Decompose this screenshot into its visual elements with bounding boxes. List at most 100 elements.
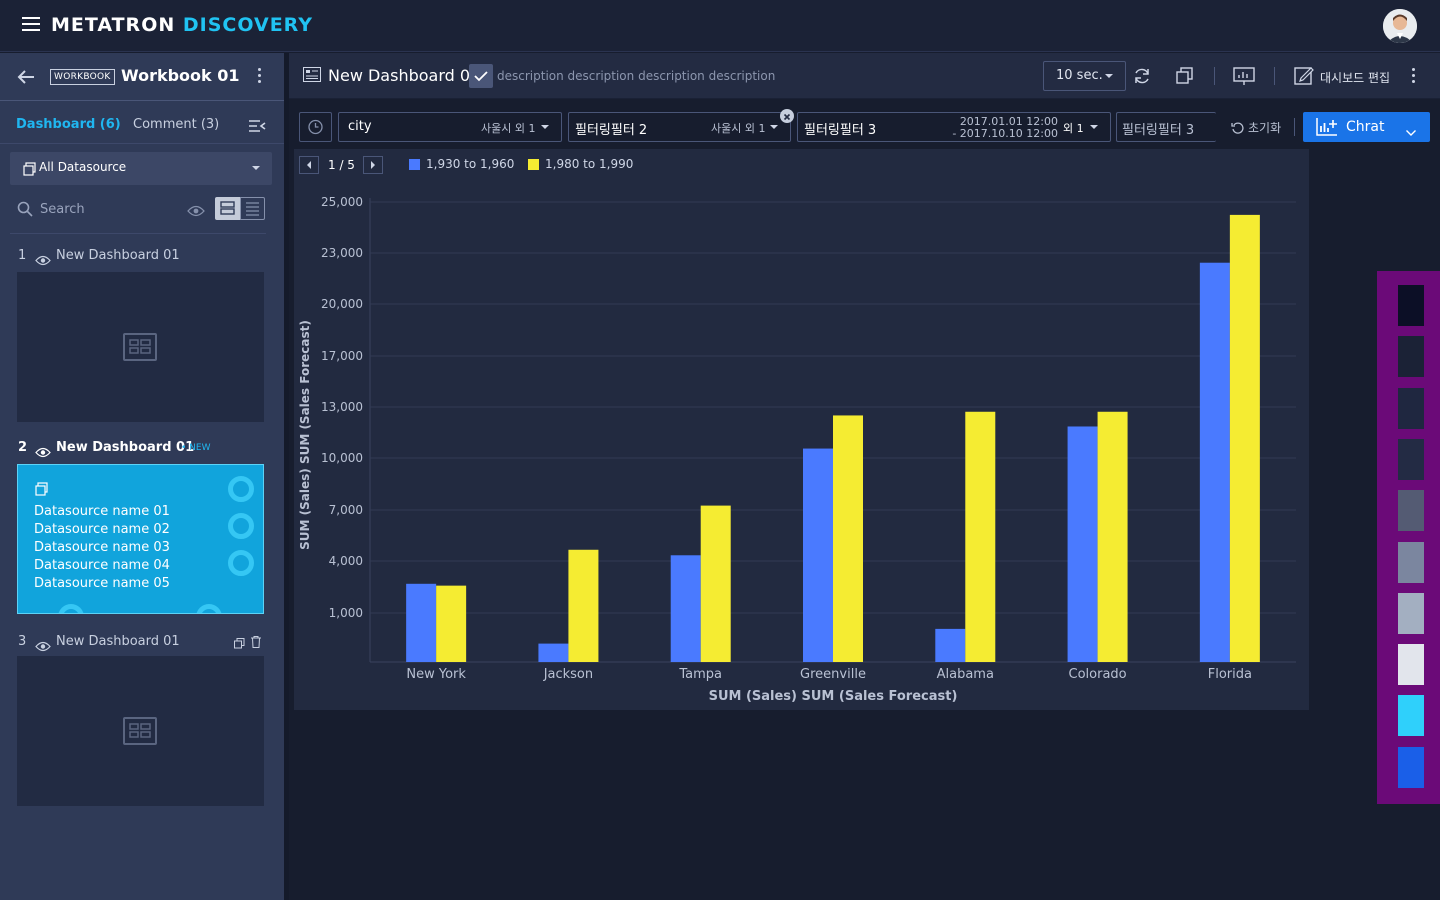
palette-swatch[interactable]	[1398, 695, 1424, 737]
edit-dashboard-icon[interactable]	[1294, 65, 1314, 85]
bar	[436, 585, 467, 662]
datasource-icon	[35, 481, 49, 496]
dashboard-name[interactable]: New Dashboard 01	[56, 440, 194, 455]
edit-dashboard-button[interactable]: 대시보드 편집	[1320, 69, 1390, 86]
y-axis-title: SUM (Sales) SUM (Sales Forecast)	[298, 320, 312, 550]
list-view-toggle[interactable]	[240, 197, 265, 220]
y-tick-label: 17,000	[321, 349, 363, 363]
workbook-badge: WORKBOOK	[50, 69, 115, 85]
trash-icon[interactable]	[251, 633, 261, 648]
y-tick-label: 13,000	[321, 400, 363, 414]
new-badge: • NEW	[181, 443, 211, 453]
palette-swatch[interactable]	[1398, 746, 1424, 788]
bar	[935, 628, 966, 662]
filter-date-range: 2017.01.01 12:00- 2017.10.10 12:00	[952, 115, 1058, 140]
bar	[965, 411, 996, 662]
datasource-icon[interactable]	[1175, 66, 1195, 86]
decoration-ring	[228, 476, 254, 502]
y-tick-label: 7,000	[329, 503, 363, 517]
palette-swatch[interactable]	[1398, 592, 1424, 634]
dashboard-thumbnail-selected[interactable]: Datasource name 01 Datasource name 02 Da…	[17, 464, 264, 614]
user-avatar[interactable]	[1383, 9, 1417, 43]
datasource-item: Datasource name 04	[34, 558, 170, 573]
palette-swatch[interactable]	[1398, 541, 1424, 583]
panel-divider[interactable]	[284, 53, 289, 900]
refresh-icon[interactable]	[1132, 66, 1152, 86]
remove-filter-icon[interactable]	[780, 109, 794, 123]
chevron-down-icon	[1090, 125, 1098, 129]
bar	[1199, 262, 1230, 662]
bar	[670, 555, 701, 662]
dashboard-icon	[123, 333, 157, 361]
eye-icon[interactable]	[35, 637, 51, 652]
reset-button[interactable]: 초기화	[1248, 119, 1281, 136]
decoration-ring	[196, 604, 222, 613]
y-tick-label: 25,000	[321, 195, 363, 209]
palette-swatch[interactable]	[1398, 490, 1424, 532]
divider	[10, 233, 266, 234]
eye-icon[interactable]	[187, 202, 205, 217]
time-filter-button[interactable]	[299, 112, 332, 142]
filter-value: 사울시 외 1	[711, 122, 766, 135]
dashboard-number: 1	[18, 248, 27, 263]
copy-icon[interactable]	[234, 634, 245, 649]
eye-icon[interactable]	[35, 443, 51, 458]
sort-icon[interactable]	[248, 118, 266, 132]
bar	[568, 549, 599, 662]
x-tick-label: Greenville	[800, 667, 866, 682]
presentation-icon[interactable]	[1233, 66, 1255, 86]
bar	[700, 505, 731, 662]
y-tick-label: 20,000	[321, 297, 363, 311]
decoration-ring	[228, 513, 254, 539]
x-tick-label: Alabama	[937, 667, 994, 682]
add-chart-label: Chrat	[1346, 119, 1385, 135]
datasource-item: Datasource name 05	[34, 576, 170, 591]
reset-icon[interactable]	[1231, 120, 1245, 134]
filter-label: city	[348, 119, 372, 134]
x-axis-title: SUM (Sales) SUM (Sales Forecast)	[709, 689, 958, 704]
page-indicator: 1 / 5	[328, 158, 355, 172]
tab-dashboard[interactable]: Dashboard (6)	[16, 117, 121, 132]
menu-icon[interactable]	[22, 17, 40, 33]
bar	[1067, 426, 1098, 662]
chevron-down-icon	[770, 125, 778, 129]
tab-comment[interactable]: Comment (3)	[133, 117, 219, 132]
dashboard-number: 3	[18, 634, 27, 649]
chevron-down-icon	[252, 166, 260, 170]
bar-chart: 25,000 23,000 20,000 17,000 13,000 10,000 7,00…	[298, 195, 1296, 704]
x-tick-label: Colorado	[1069, 667, 1127, 682]
bar	[538, 643, 569, 662]
bar	[833, 415, 863, 662]
card-view-toggle[interactable]	[215, 197, 240, 220]
dashboard-number: 2	[18, 440, 28, 455]
next-page-button[interactable]	[363, 156, 383, 174]
legend-swatch	[528, 159, 539, 170]
prev-page-button[interactable]	[299, 156, 319, 174]
y-tick-label: 10,000	[321, 451, 363, 465]
datasource-item: Datasource name 03	[34, 540, 170, 555]
chevron-down-icon[interactable]	[1405, 122, 1417, 136]
dashboard-icon	[303, 67, 321, 82]
chevron-down-icon	[541, 125, 549, 129]
more-vertical-icon[interactable]	[256, 68, 262, 88]
legend-label[interactable]: 1,930 to 1,960	[426, 157, 514, 171]
datasource-item: Datasource name 02	[34, 522, 170, 537]
back-arrow-icon[interactable]	[16, 68, 36, 86]
eye-icon[interactable]	[35, 251, 51, 266]
legend-label[interactable]: 1,980 to 1,990	[545, 157, 633, 171]
divider	[1274, 67, 1275, 85]
palette-swatch[interactable]	[1398, 285, 1424, 326]
divider	[0, 143, 284, 144]
palette-swatch[interactable]	[1398, 438, 1424, 480]
app-logo[interactable]: METATRON DISCOVERY	[51, 14, 313, 36]
check-icon[interactable]	[469, 64, 493, 88]
dashboard-name[interactable]: New Dashboard 01	[56, 634, 180, 649]
decoration-ring	[228, 550, 254, 576]
dashboard-name[interactable]: New Dashboard 01	[56, 248, 180, 263]
palette-swatch[interactable]	[1398, 336, 1424, 378]
palette-swatch[interactable]	[1398, 644, 1424, 686]
more-vertical-icon[interactable]	[1410, 68, 1416, 88]
palette-swatch[interactable]	[1398, 387, 1424, 429]
search-input[interactable]	[40, 199, 180, 219]
divider	[1294, 118, 1295, 136]
